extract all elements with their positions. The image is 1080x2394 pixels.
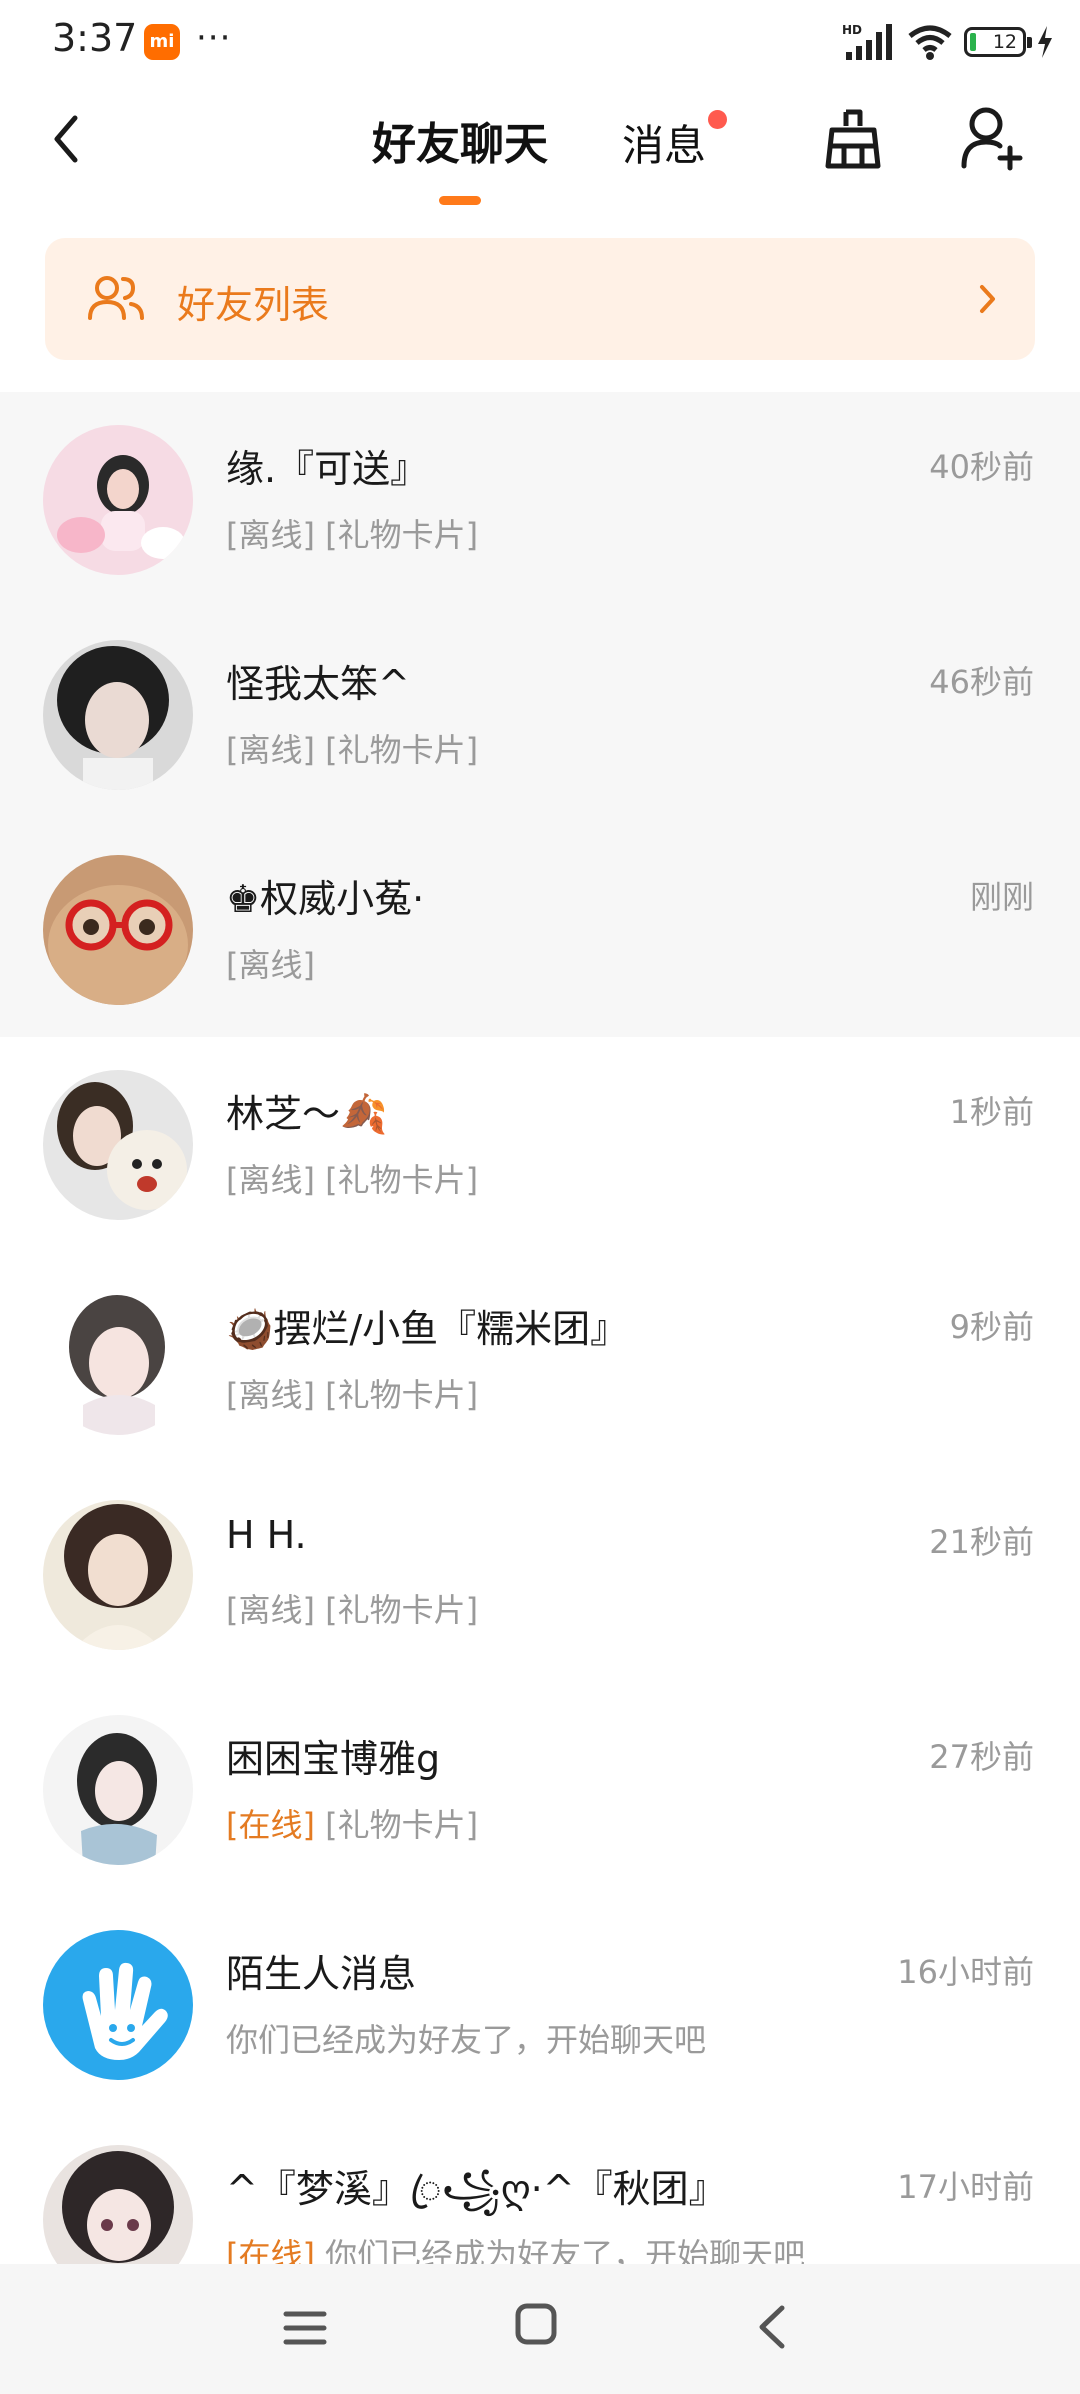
message-time: 17小时前 [897, 2168, 1034, 2206]
avatar[interactable] [43, 425, 193, 575]
presence-status: [离线] [226, 516, 315, 554]
message-preview: [离线] [226, 940, 315, 986]
add-friend-button[interactable] [960, 104, 1026, 174]
message-time: 1秒前 [949, 1093, 1034, 1131]
back-nav-icon[interactable] [752, 2302, 792, 2352]
contact-name: ♚权威小菟· [226, 877, 425, 921]
avatar[interactable] [43, 1500, 193, 1650]
friends-group-icon [88, 276, 144, 320]
conversation-row[interactable]: 困困宝博雅g 27秒前 [在线] [礼物卡片] [0, 1682, 1080, 1897]
contact-name: 缘.『可送』 [226, 447, 429, 491]
preview-text: [礼物卡片] [325, 1806, 479, 1844]
message-preview: [在线] 你们已经成为好友了，开始聊天吧 [226, 2230, 805, 2264]
contact-name: 陌生人消息 [226, 1952, 417, 1996]
battery-icon: 12 [964, 27, 1032, 57]
message-preview: [离线] [礼物卡片] [226, 510, 478, 556]
back-icon [54, 115, 78, 163]
charging-icon [1038, 26, 1052, 58]
message-preview: [离线] [礼物卡片] [226, 725, 478, 771]
status-indicators: HD 12 [842, 20, 1054, 64]
stranger-hand-icon [43, 1930, 193, 2080]
contact-name: 林芝～🍂 [226, 1092, 388, 1136]
message-time: 21秒前 [929, 1523, 1034, 1561]
message-preview: [离线] [礼物卡片] [226, 1370, 478, 1416]
contact-name: 困困宝博雅g [226, 1737, 441, 1781]
conversation-row[interactable]: 🥥摆烂/小鱼『糯米团』 9秒前 [离线] [礼物卡片] [0, 1252, 1080, 1467]
conversation-list[interactable]: 缘.『可送』 40秒前 [离线] [礼物卡片] 怪我太笨^ 46秒前 [离线] … [0, 392, 1080, 2264]
conversation-row[interactable]: H H. 21秒前 [离线] [礼物卡片] [0, 1467, 1080, 1682]
message-time: 46秒前 [929, 663, 1034, 701]
add-friend-icon [961, 107, 1023, 171]
conversation-row[interactable]: ♚权威小菟· 刚刚 [离线] [0, 822, 1080, 1037]
home-icon[interactable] [514, 2302, 558, 2346]
active-tab-indicator [439, 196, 481, 205]
preview-text: [礼物卡片] [325, 516, 479, 554]
mi-app-icon: mi [144, 24, 180, 60]
preview-text: [礼物卡片] [325, 731, 479, 769]
preview-text: [礼物卡片] [325, 1591, 479, 1629]
presence-status: [离线] [226, 1161, 315, 1199]
presence-status: [离线] [226, 1376, 315, 1414]
avatar[interactable] [43, 1930, 193, 2080]
contact-name: 怪我太笨^ [226, 662, 410, 706]
message-preview: 你们已经成为好友了，开始聊天吧 [226, 2015, 706, 2061]
chevron-right-icon [980, 285, 995, 313]
message-preview: [离线] [礼物卡片] [226, 1155, 478, 1201]
message-time: 9秒前 [949, 1308, 1034, 1346]
presence-status: [在线] [226, 2236, 315, 2264]
signal-icon: HD [842, 23, 892, 60]
status-bar: 3:37 mi ··· HD 12 [0, 0, 1080, 82]
menu-icon[interactable] [280, 2304, 330, 2352]
avatar[interactable] [43, 1285, 193, 1435]
conversation-row[interactable]: 林芝～🍂 1秒前 [离线] [礼物卡片] [0, 1037, 1080, 1252]
preview-text: [礼物卡片] [325, 1376, 479, 1414]
conversation-row[interactable]: ^『梦溪』ꦿ꧁ღ·^『秋团』 17小时前 [在线] 你们已经成为好友了，开始聊天… [0, 2112, 1080, 2264]
preview-text: [礼物卡片] [325, 1161, 479, 1199]
clean-button[interactable] [820, 104, 886, 174]
avatar[interactable] [43, 855, 193, 1005]
presence-status: [离线] [226, 1591, 315, 1629]
top-header: 好友聊天 消息 [0, 82, 1080, 230]
contact-name: 🥥摆烂/小鱼『糯米团』 [226, 1307, 629, 1351]
wifi-icon [908, 25, 952, 60]
avatar[interactable] [43, 1715, 193, 1865]
status-time: 3:37 [52, 16, 138, 60]
contact-name: H H. [226, 1513, 307, 1557]
avatar[interactable] [43, 640, 193, 790]
message-time: 刚刚 [969, 878, 1034, 916]
unread-dot [708, 110, 727, 129]
preview-text: 你们已经成为好友了，开始聊天吧 [226, 2021, 707, 2059]
tab-friend-chat[interactable]: 好友聊天 [372, 108, 548, 172]
system-nav-bar [0, 2264, 1080, 2394]
conversation-row[interactable]: 怪我太笨^ 46秒前 [离线] [礼物卡片] [0, 607, 1080, 822]
friend-list-label: 好友列表 [177, 283, 330, 327]
battery-level: 12 [992, 31, 1017, 53]
more-notifications-icon: ··· [196, 18, 232, 58]
tab-messages[interactable]: 消息 [622, 112, 706, 173]
contact-name: ^『梦溪』ꦿ꧁ღ·^『秋团』 [226, 2167, 727, 2211]
presence-status: [离线] [226, 946, 315, 984]
network-label: HD [842, 23, 862, 37]
avatar[interactable] [43, 2145, 193, 2264]
presence-status: [在线] [226, 1806, 315, 1844]
clean-broom-icon [825, 109, 881, 169]
message-time: 16小时前 [897, 1953, 1034, 1991]
message-time: 40秒前 [929, 448, 1034, 486]
conversation-row[interactable]: 陌生人消息 16小时前 你们已经成为好友了，开始聊天吧 [0, 1897, 1080, 2112]
back-button[interactable] [36, 106, 96, 172]
friend-list-banner[interactable]: 好友列表 [45, 238, 1035, 360]
presence-status: [离线] [226, 731, 315, 769]
preview-text: 你们已经成为好友了，开始聊天吧 [325, 2236, 806, 2264]
message-preview: [在线] [礼物卡片] [226, 1800, 478, 1846]
message-time: 27秒前 [929, 1738, 1034, 1776]
message-preview: [离线] [礼物卡片] [226, 1585, 478, 1631]
conversation-row[interactable]: 缘.『可送』 40秒前 [离线] [礼物卡片] [0, 392, 1080, 607]
avatar[interactable] [43, 1070, 193, 1220]
